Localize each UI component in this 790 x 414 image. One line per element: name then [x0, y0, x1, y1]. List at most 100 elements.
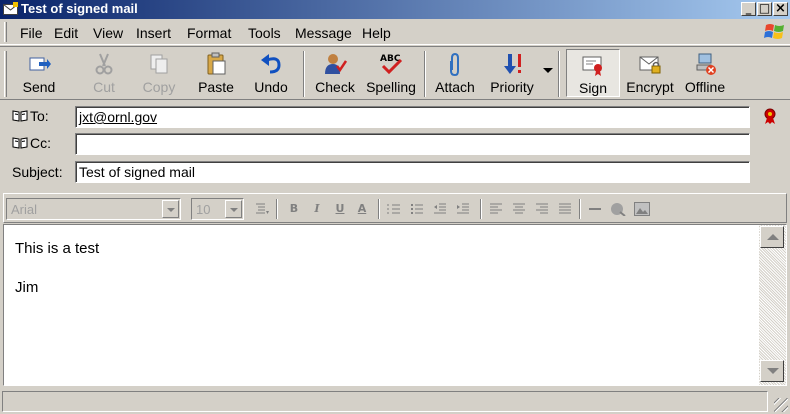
status-bar — [0, 389, 790, 414]
menu-file[interactable]: File — [20, 25, 43, 41]
menubar-grip[interactable] — [4, 22, 7, 42]
windows-logo-icon — [764, 24, 784, 39]
format-separator — [378, 199, 380, 219]
bold-button[interactable]: B — [287, 202, 301, 216]
menu-bar: File Edit View Insert Format Tools Messa… — [0, 19, 790, 45]
paste-button[interactable]: Paste — [192, 49, 240, 97]
undo-button[interactable]: Undo — [248, 49, 294, 97]
font-name-select[interactable]: Arial — [6, 198, 181, 220]
toolbar-separator — [558, 51, 560, 97]
to-field[interactable]: jxt@ornl.gov — [75, 106, 750, 128]
menu-tools[interactable]: Tools — [248, 25, 281, 41]
paragraph-style-icon[interactable] — [255, 202, 269, 216]
toolbar-grip[interactable] — [4, 51, 7, 97]
chevron-down-icon[interactable] — [162, 200, 179, 218]
hyperlink-globe-icon[interactable] — [610, 202, 626, 217]
attach-button[interactable]: Attach — [430, 49, 480, 97]
paste-icon — [207, 52, 226, 75]
offline-label: Offline — [684, 79, 726, 95]
window-title: Test of signed mail — [21, 1, 138, 16]
underline-button[interactable]: U — [333, 202, 347, 216]
sign-button[interactable]: Sign — [566, 49, 620, 97]
align-center-icon[interactable] — [512, 202, 526, 216]
align-left-icon[interactable] — [489, 202, 503, 216]
font-size-select[interactable]: 10 — [191, 198, 244, 220]
message-body[interactable]: This is a test Jim — [3, 224, 787, 386]
mail-window-icon — [3, 2, 18, 15]
priority-icon — [504, 54, 521, 74]
offline-icon — [696, 53, 716, 75]
font-color-button[interactable]: A — [353, 202, 371, 216]
toolbar-separator — [303, 51, 305, 97]
format-separator — [480, 199, 482, 219]
insert-picture-icon[interactable] — [634, 202, 650, 216]
cc-label-button[interactable]: Cc: — [12, 135, 51, 151]
undo-label: Undo — [254, 79, 288, 95]
signed-message-badge-icon — [764, 108, 776, 124]
formatting-toolbar: Arial 10 B I U A — [3, 193, 787, 223]
send-label: Send — [22, 79, 56, 95]
menu-edit[interactable]: Edit — [54, 25, 78, 41]
menu-view[interactable]: View — [93, 25, 123, 41]
menu-message[interactable]: Message — [295, 25, 352, 41]
vertical-scrollbar[interactable] — [759, 225, 786, 385]
offline-button[interactable]: Offline — [682, 49, 728, 97]
scissors-icon — [95, 53, 113, 75]
message-line: Jim — [15, 279, 39, 296]
scroll-down-button[interactable] — [760, 360, 784, 382]
resize-grip-icon[interactable] — [774, 398, 788, 412]
increase-indent-icon[interactable] — [456, 202, 470, 216]
encrypt-button[interactable]: Encrypt — [622, 49, 678, 97]
toolbar-separator — [424, 51, 426, 97]
italic-button[interactable]: I — [310, 202, 324, 216]
format-separator — [579, 199, 581, 219]
chevron-down-icon[interactable] — [225, 200, 242, 218]
subject-field[interactable]: Test of signed mail — [75, 161, 750, 183]
maximize-button[interactable]: □ — [757, 2, 772, 16]
sign-certificate-icon — [582, 56, 602, 76]
title-bar: Test of signed mail _ □ × — [0, 0, 790, 19]
copy-icon — [150, 54, 168, 74]
justify-icon[interactable] — [558, 202, 572, 216]
cc-label: Cc: — [30, 135, 51, 151]
message-line: This is a test — [15, 240, 100, 257]
check-names-button[interactable]: Check — [311, 49, 359, 97]
menu-format[interactable]: Format — [187, 25, 231, 41]
close-button[interactable]: × — [773, 2, 788, 16]
spelling-label: Spelling — [366, 79, 416, 95]
status-pane — [2, 391, 768, 412]
address-book-icon — [12, 137, 28, 149]
paste-label: Paste — [198, 79, 234, 95]
align-right-icon[interactable] — [535, 202, 549, 216]
send-icon — [29, 57, 51, 71]
bullet-list-icon[interactable] — [410, 202, 424, 216]
priority-button[interactable]: Priority — [486, 49, 538, 97]
undo-icon — [261, 54, 281, 74]
priority-label: Priority — [490, 79, 534, 95]
font-name-value: Arial — [11, 202, 38, 217]
spelling-button[interactable]: ABC Spelling — [364, 49, 418, 97]
cc-field[interactable] — [75, 133, 750, 155]
to-label-button[interactable]: To: — [12, 108, 49, 124]
scroll-up-button[interactable] — [760, 226, 784, 248]
to-label: To: — [30, 108, 49, 124]
encrypt-label: Encrypt — [626, 79, 674, 95]
main-toolbar: Send Cut Copy Paste Undo Check ABC Spell… — [0, 46, 790, 100]
format-separator — [276, 199, 278, 219]
menu-insert[interactable]: Insert — [136, 25, 171, 41]
copy-label: Copy — [142, 79, 176, 95]
cut-button[interactable]: Cut — [82, 49, 126, 97]
decrease-indent-icon[interactable] — [433, 202, 447, 216]
menu-help[interactable]: Help — [362, 25, 391, 41]
attach-label: Attach — [435, 79, 475, 95]
send-button[interactable]: Send — [12, 49, 66, 97]
numbered-list-icon[interactable] — [387, 202, 401, 216]
to-recipient[interactable]: jxt@ornl.gov — [79, 109, 157, 125]
subject-label: Subject: — [12, 164, 63, 180]
minimize-button[interactable]: _ — [741, 2, 756, 16]
toolbar-overflow-arrow-icon[interactable] — [543, 68, 553, 73]
paperclip-icon — [450, 52, 459, 76]
horizontal-line-icon[interactable] — [588, 202, 602, 216]
font-size-value: 10 — [196, 202, 211, 217]
copy-button[interactable]: Copy — [136, 49, 182, 97]
